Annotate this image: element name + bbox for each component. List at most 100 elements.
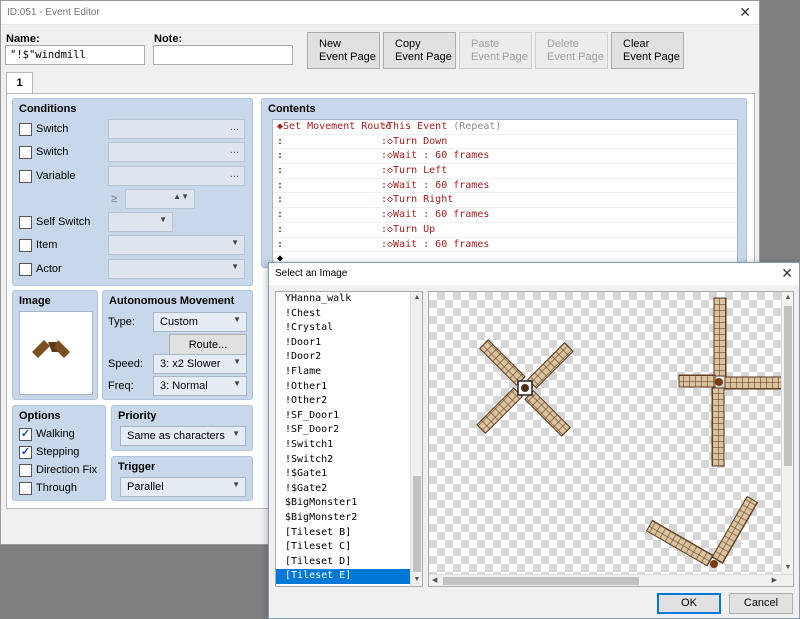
file-list-scrollbar[interactable]: ▲ ▼ <box>410 292 422 586</box>
chevron-down-icon: ▼ <box>159 215 167 224</box>
file-list-item[interactable]: [Tileset E] <box>276 569 422 584</box>
item-checkbox[interactable] <box>19 239 32 252</box>
scroll-right-icon[interactable]: ▶ <box>772 576 777 584</box>
variable-checkbox[interactable] <box>19 170 32 183</box>
file-list-item[interactable]: !$Gate2 <box>276 482 422 497</box>
file-list-item[interactable]: [Tileset B] <box>276 526 422 541</box>
file-list-item[interactable]: !Chest <box>276 307 422 322</box>
file-list-item[interactable]: !Door1 <box>276 336 422 351</box>
preview-vertical-scrollbar[interactable]: ▲ ▼ <box>781 292 793 574</box>
command-row[interactable]: ::◇Turn Up <box>273 223 737 238</box>
scroll-thumb[interactable] <box>413 476 421 572</box>
file-list-item[interactable]: !SF_Door2 <box>276 423 422 438</box>
delete-event-page-button[interactable]: Delete Event Page <box>535 32 608 69</box>
name-field[interactable]: "!$"windmill <box>5 45 145 65</box>
self-switch-select[interactable]: ▼ <box>108 212 173 232</box>
self-switch-checkbox[interactable] <box>19 216 32 229</box>
command-text: :◇Turn Up <box>381 223 436 235</box>
file-list-item[interactable]: !Crystal <box>276 321 422 336</box>
command-row[interactable]: : :◇Wait : 60 frames <box>273 179 737 194</box>
chevron-down-icon: ▼ <box>232 429 240 438</box>
file-list-item[interactable]: !$Gate1 <box>276 467 422 482</box>
file-list-item[interactable]: !Flame <box>276 365 422 380</box>
scroll-thumb[interactable] <box>443 577 639 585</box>
preview-horizontal-scrollbar[interactable]: ◀ ▶ <box>429 574 793 586</box>
scroll-up-icon[interactable]: ▲ <box>411 292 422 304</box>
scroll-thumb[interactable] <box>784 306 792 466</box>
command-row[interactable]: ::◇Turn Down <box>273 135 737 150</box>
scroll-down-icon[interactable]: ▼ <box>782 562 793 574</box>
close-icon[interactable]: ✕ <box>739 4 751 21</box>
scroll-up-icon[interactable]: ▲ <box>782 292 793 304</box>
file-list-item[interactable]: $BigMonster1 <box>276 496 422 511</box>
command-row[interactable]: ::◇Wait : 60 frames <box>273 149 737 165</box>
ellipsis-icon: ... <box>229 144 239 156</box>
note-field[interactable] <box>153 45 293 65</box>
switch1-checkbox[interactable] <box>19 123 32 136</box>
file-list-item[interactable]: !SF_Door1 <box>276 409 422 424</box>
file-list-item[interactable]: [Tileset D] <box>276 555 422 570</box>
through-checkbox[interactable] <box>19 482 32 495</box>
scroll-left-icon[interactable]: ◀ <box>432 576 437 584</box>
switch2-select[interactable]: ... <box>108 142 245 162</box>
trigger-select[interactable]: Parallel ▼ <box>120 477 246 497</box>
command-prefix: : <box>277 179 284 191</box>
variable-select[interactable]: ... <box>108 166 245 186</box>
image-preview-pane[interactable]: ▲ ▼ ◀ ▶ <box>428 291 794 587</box>
route-button[interactable]: Route... <box>169 334 247 356</box>
conditions-title: Conditions <box>19 103 77 115</box>
file-list-item[interactable]: !Switch1 <box>276 438 422 453</box>
command-text: :◇Turn Down <box>381 135 448 147</box>
event-commands-list[interactable]: ◆Set Movement Route :This Event (Repeat)… <box>272 119 738 264</box>
stepping-label: Stepping <box>36 446 80 458</box>
chevron-down-icon: ▼ <box>233 379 241 388</box>
paste-line2: Event Page <box>471 51 528 63</box>
file-list-item[interactable]: YHanna_walk <box>276 292 422 307</box>
file-list-item[interactable]: $BigMonster2 <box>276 511 422 526</box>
item-select[interactable]: ▼ <box>108 235 245 255</box>
tab-page-1[interactable]: 1 <box>6 72 33 94</box>
command-row[interactable]: ◆Set Movement Route :This Event (Repeat) <box>273 120 737 135</box>
editor-titlebar: ID:051 - Event Editor ✕ <box>1 1 759 25</box>
event-image-preview[interactable] <box>19 311 93 395</box>
priority-select[interactable]: Same as characters ▼ <box>120 426 246 446</box>
movement-type-select[interactable]: Custom ▼ <box>153 312 247 332</box>
speed-label: Speed: <box>108 358 143 370</box>
file-list-item[interactable]: !Switch2 <box>276 453 422 468</box>
close-icon[interactable]: ✕ <box>781 265 793 282</box>
priority-title: Priority <box>118 410 157 422</box>
file-list-item[interactable]: !Door2 <box>276 350 422 365</box>
stepping-checkbox[interactable]: ✓ <box>19 446 32 459</box>
file-list-item[interactable]: [Tileset C] <box>276 540 422 555</box>
switch1-select[interactable]: ... <box>108 119 245 139</box>
walking-checkbox[interactable]: ✓ <box>19 428 32 441</box>
contents-title: Contents <box>268 103 316 115</box>
new-event-page-button[interactable]: New Event Page <box>307 32 380 69</box>
scroll-down-icon[interactable]: ▼ <box>411 574 422 586</box>
image-file-list[interactable]: YHanna_walk !Chest !Crystal !Door1 !Door2 !Fl… <box>275 291 423 587</box>
paste-event-page-button[interactable]: Paste Event Page <box>459 32 532 69</box>
actor-checkbox[interactable] <box>19 263 32 276</box>
command-text: :◇Wait : 60 frames <box>381 150 490 162</box>
command-row[interactable]: ::◇Wait : 60 frames <box>273 238 737 253</box>
file-list-item[interactable]: !Other2 <box>276 394 422 409</box>
speed-value: 3: x2 Slower <box>160 358 221 370</box>
actor-select[interactable]: ▼ <box>108 259 245 279</box>
file-list-item[interactable]: !Other1 <box>276 380 422 395</box>
cancel-button[interactable]: Cancel <box>729 593 793 614</box>
clear-event-page-button[interactable]: Clear Event Page <box>611 32 684 69</box>
switch2-checkbox[interactable] <box>19 146 32 159</box>
command-row[interactable]: ::◇Turn Left <box>273 164 737 179</box>
command-row[interactable]: ::◇Turn Right <box>273 193 737 209</box>
variable-value-spinner[interactable]: ▲▼ <box>125 189 195 209</box>
chevron-down-icon: ▼ <box>233 315 241 324</box>
direction-fix-checkbox[interactable] <box>19 464 32 477</box>
new-line1: New <box>319 38 342 50</box>
freq-select[interactable]: 3: Normal ▼ <box>153 376 247 396</box>
command-text: :◇Wait : 60 frames <box>381 179 490 191</box>
copy-event-page-button[interactable]: Copy Event Page <box>383 32 456 69</box>
image-group: Image <box>12 290 98 400</box>
speed-select[interactable]: 3: x2 Slower ▼ <box>153 354 247 374</box>
ok-button[interactable]: OK <box>657 593 721 614</box>
command-row[interactable]: ::◇Wait : 60 frames <box>273 208 737 223</box>
